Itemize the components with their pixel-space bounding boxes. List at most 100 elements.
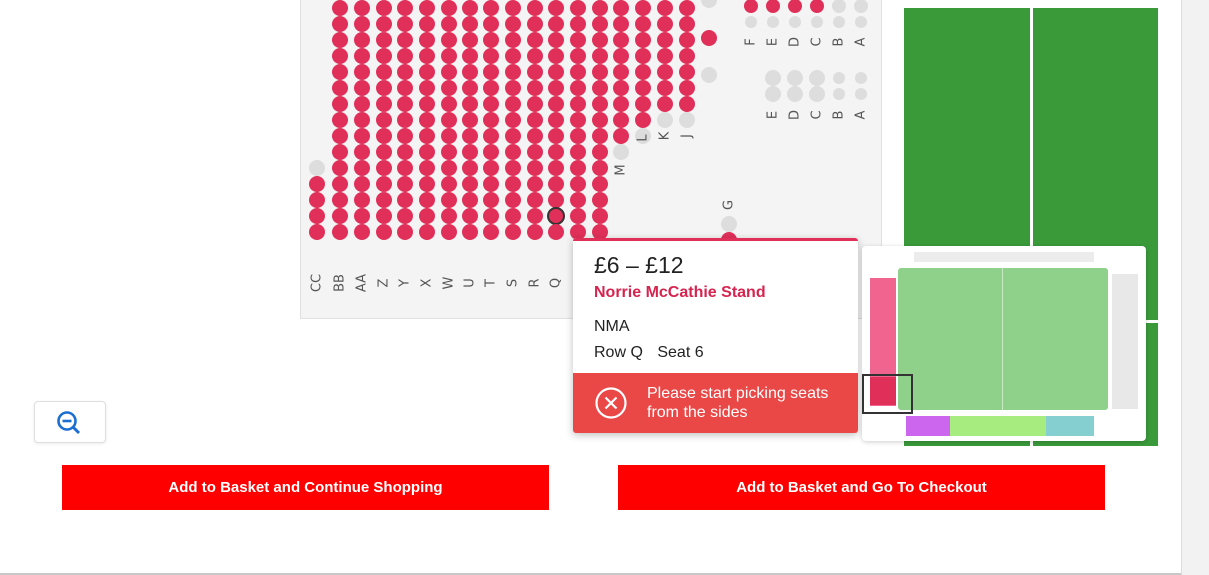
selected-seat[interactable] — [547, 207, 565, 225]
seat-available[interactable] — [441, 144, 457, 160]
seat-available[interactable] — [354, 64, 370, 80]
seat-available[interactable] — [332, 224, 348, 240]
seat-available[interactable] — [505, 32, 521, 48]
seat-available[interactable] — [548, 64, 564, 80]
seat-available[interactable] — [635, 16, 651, 32]
seat-available[interactable] — [397, 80, 413, 96]
seat-available[interactable] — [483, 32, 499, 48]
seat-available[interactable] — [419, 112, 435, 128]
seat-available[interactable] — [441, 208, 457, 224]
seat-available[interactable] — [376, 112, 392, 128]
seat-available[interactable] — [483, 192, 499, 208]
seat-available[interactable] — [505, 144, 521, 160]
seat-available[interactable] — [397, 160, 413, 176]
seat-available[interactable] — [441, 64, 457, 80]
seat-available[interactable] — [462, 0, 478, 16]
seat-available[interactable] — [441, 80, 457, 96]
seat-available[interactable] — [657, 0, 673, 16]
seat-available[interactable] — [635, 0, 651, 16]
seat-available[interactable] — [548, 48, 564, 64]
seat-available[interactable] — [592, 0, 608, 16]
seat-available[interactable] — [462, 192, 478, 208]
seat-available[interactable] — [376, 80, 392, 96]
seat-available[interactable] — [483, 96, 499, 112]
add-go-to-checkout-button[interactable]: Add to Basket and Go To Checkout — [618, 465, 1105, 510]
seat-available[interactable] — [462, 208, 478, 224]
seat-available[interactable] — [592, 144, 608, 160]
seat-available[interactable] — [441, 176, 457, 192]
seat-available[interactable] — [354, 48, 370, 64]
seat-available[interactable] — [570, 16, 586, 32]
seat-available[interactable] — [354, 128, 370, 144]
seat-available[interactable] — [332, 96, 348, 112]
seat-available[interactable] — [570, 96, 586, 112]
seat-available[interactable] — [657, 80, 673, 96]
seat-available[interactable] — [462, 32, 478, 48]
seat-available[interactable] — [679, 32, 695, 48]
seat-available[interactable] — [483, 16, 499, 32]
seat-available[interactable] — [376, 144, 392, 160]
seat-available[interactable] — [592, 48, 608, 64]
seat-available[interactable] — [613, 128, 629, 144]
seat-available[interactable] — [613, 16, 629, 32]
zoom-out-button[interactable] — [34, 401, 106, 443]
seat-available[interactable] — [483, 208, 499, 224]
seat-available[interactable] — [419, 32, 435, 48]
seat-available[interactable] — [441, 96, 457, 112]
seat-available[interactable] — [419, 80, 435, 96]
seat-available[interactable] — [548, 224, 564, 240]
seat-available[interactable] — [613, 48, 629, 64]
seat-available[interactable] — [527, 176, 543, 192]
seat-available[interactable] — [462, 96, 478, 112]
seat-available[interactable] — [505, 96, 521, 112]
seat-available[interactable] — [527, 192, 543, 208]
seat-available[interactable] — [505, 224, 521, 240]
seat-available[interactable] — [354, 176, 370, 192]
seat-available[interactable] — [397, 112, 413, 128]
seat-available[interactable] — [613, 96, 629, 112]
seat-available[interactable] — [635, 112, 651, 128]
seat-available[interactable] — [505, 48, 521, 64]
seat-available[interactable] — [419, 192, 435, 208]
seat-available[interactable] — [332, 64, 348, 80]
seat-available[interactable] — [462, 224, 478, 240]
seat-available[interactable] — [548, 192, 564, 208]
seat-available[interactable] — [376, 208, 392, 224]
seat-available[interactable] — [462, 176, 478, 192]
seat-available[interactable] — [483, 64, 499, 80]
seat-available[interactable] — [548, 32, 564, 48]
seat-available[interactable] — [354, 112, 370, 128]
seat-available[interactable] — [332, 48, 348, 64]
seat-available[interactable] — [505, 16, 521, 32]
seat-available[interactable] — [397, 128, 413, 144]
seat-available[interactable] — [570, 112, 586, 128]
seat-available[interactable] — [570, 80, 586, 96]
seat-available[interactable] — [635, 96, 651, 112]
seat-available[interactable] — [570, 48, 586, 64]
add-continue-shopping-button[interactable]: Add to Basket and Continue Shopping — [62, 465, 549, 510]
seat-available[interactable] — [376, 192, 392, 208]
seat-available[interactable] — [462, 160, 478, 176]
seat-available[interactable] — [397, 224, 413, 240]
seat-available[interactable] — [376, 224, 392, 240]
seat-available[interactable] — [376, 32, 392, 48]
seat-available[interactable] — [483, 224, 499, 240]
seat-available[interactable] — [462, 144, 478, 160]
seat-available[interactable] — [570, 32, 586, 48]
seat-available[interactable] — [354, 32, 370, 48]
seat-available[interactable] — [332, 160, 348, 176]
seat-available[interactable] — [679, 96, 695, 112]
seat-available[interactable] — [548, 96, 564, 112]
seat-available[interactable] — [376, 64, 392, 80]
seat-available[interactable] — [570, 144, 586, 160]
seat-available[interactable] — [570, 64, 586, 80]
seat-available[interactable] — [548, 128, 564, 144]
seat-available[interactable] — [419, 208, 435, 224]
seat-available[interactable] — [527, 144, 543, 160]
seat-available[interactable] — [441, 224, 457, 240]
seat-available[interactable] — [397, 0, 413, 16]
seat-available[interactable] — [332, 80, 348, 96]
seat-available[interactable] — [527, 64, 543, 80]
seat-available[interactable] — [419, 144, 435, 160]
seat-available[interactable] — [441, 48, 457, 64]
